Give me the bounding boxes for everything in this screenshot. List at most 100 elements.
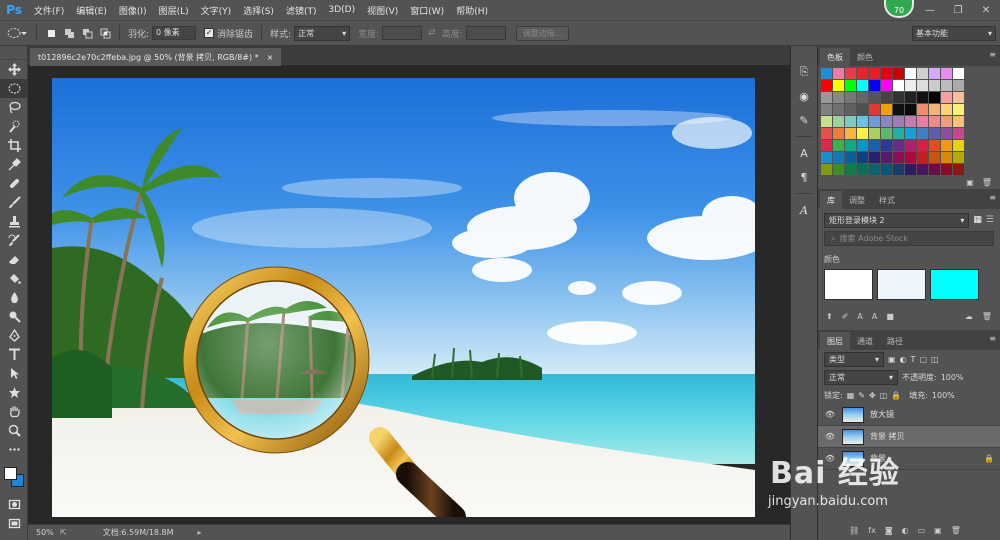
layer-filter-select[interactable]: 类型 ▾ xyxy=(824,351,884,367)
paint-bucket-tool[interactable] xyxy=(0,269,28,288)
color-swatch[interactable] xyxy=(917,68,928,79)
custom-shape-tool[interactable] xyxy=(0,383,28,402)
color-swatch[interactable] xyxy=(929,92,940,103)
fill-value[interactable]: 100% xyxy=(932,391,955,400)
color-swatch[interactable] xyxy=(845,152,856,163)
color-swatch[interactable] xyxy=(857,104,868,115)
mask-icon[interactable]: ◙ xyxy=(885,526,893,535)
color-swatch[interactable] xyxy=(953,140,964,151)
color-swatch[interactable] xyxy=(857,80,868,91)
color-swatch[interactable] xyxy=(821,116,832,127)
color-swatch[interactable] xyxy=(929,80,940,91)
lock-artboard-icon[interactable]: ◫ xyxy=(880,391,888,400)
lock-transparent-icon[interactable]: ▦ xyxy=(847,391,855,400)
color-swatch[interactable] xyxy=(941,140,952,151)
glyphs-panel-icon[interactable]: A xyxy=(791,198,817,222)
color-swatch[interactable] xyxy=(833,80,844,91)
menu-type[interactable]: 文字(Y) xyxy=(195,4,238,17)
layer-item[interactable]: 👁 背景 拷贝 xyxy=(818,426,1000,448)
cloud-icon[interactable]: ☁ xyxy=(965,312,973,321)
color-swatch[interactable] xyxy=(953,164,964,175)
color-swatch[interactable] xyxy=(869,152,880,163)
character-icon[interactable]: A xyxy=(857,312,862,321)
tab-paths[interactable]: 路径 xyxy=(880,332,910,350)
color-swatch[interactable] xyxy=(857,152,868,163)
color-swatch[interactable] xyxy=(845,164,856,175)
move-tool[interactable] xyxy=(0,60,28,79)
color-swatch[interactable] xyxy=(869,92,880,103)
document-canvas[interactable] xyxy=(52,78,755,517)
color-swatch[interactable] xyxy=(821,128,832,139)
swap-icon[interactable]: ⇄ xyxy=(428,28,436,38)
color-swatch[interactable] xyxy=(893,80,904,91)
brush-tool[interactable] xyxy=(0,193,28,212)
eye-icon[interactable]: 👁 xyxy=(824,454,836,463)
color-swatch[interactable] xyxy=(905,68,916,79)
minimize-button[interactable]: — xyxy=(916,0,944,20)
color-swatch[interactable] xyxy=(881,68,892,79)
color-swatch[interactable] xyxy=(929,140,940,151)
color-swatch[interactable] xyxy=(821,164,832,175)
elliptical-marquee-tool[interactable] xyxy=(0,79,28,98)
color-swatch[interactable] xyxy=(893,104,904,115)
color-swatch[interactable] xyxy=(821,104,832,115)
color-swatch[interactable] xyxy=(917,140,928,151)
width-input[interactable] xyxy=(382,26,423,40)
intersect-selection-icon[interactable] xyxy=(97,25,113,41)
eye-icon[interactable]: 👁 xyxy=(824,432,836,441)
color-swatch[interactable] xyxy=(821,68,832,79)
color-swatch[interactable] xyxy=(845,80,856,91)
color-swatch[interactable] xyxy=(881,164,892,175)
path-selection-tool[interactable] xyxy=(0,364,28,383)
color-swatch[interactable] xyxy=(869,68,880,79)
color-swatch[interactable] xyxy=(833,104,844,115)
history-brush-tool[interactable] xyxy=(0,231,28,250)
color-icon[interactable]: ■ xyxy=(886,312,894,321)
color-swatch[interactable] xyxy=(893,140,904,151)
color-swatch[interactable] xyxy=(941,116,952,127)
panel-menu-icon[interactable]: ≡ xyxy=(989,334,996,343)
lock-pixels-icon[interactable]: ✎ xyxy=(858,391,865,400)
new-swatch-icon[interactable]: ▣ xyxy=(966,178,974,187)
group-icon[interactable]: ▭ xyxy=(918,526,926,535)
color-swatch[interactable] xyxy=(833,128,844,139)
color-swatch[interactable] xyxy=(893,68,904,79)
color-swatch[interactable] xyxy=(929,164,940,175)
quick-selection-tool[interactable] xyxy=(0,117,28,136)
color-swatch[interactable] xyxy=(845,68,856,79)
menu-3d[interactable]: 3D(D) xyxy=(322,5,361,15)
menu-image[interactable]: 图像(I) xyxy=(113,4,153,17)
brush-icon[interactable]: ✐ xyxy=(842,312,849,321)
color-swatch[interactable] xyxy=(857,140,868,151)
menu-edit[interactable]: 编辑(E) xyxy=(70,4,113,17)
color-swatch[interactable] xyxy=(905,104,916,115)
color-swatch[interactable] xyxy=(833,152,844,163)
color-swatch[interactable] xyxy=(941,68,952,79)
color-swatch[interactable] xyxy=(821,152,832,163)
color-swatch[interactable] xyxy=(929,68,940,79)
blend-mode-select[interactable]: 正常 ▾ xyxy=(824,369,898,385)
menu-view[interactable]: 视图(V) xyxy=(361,4,404,17)
color-swatch[interactable] xyxy=(869,164,880,175)
color-swatch[interactable] xyxy=(869,128,880,139)
trash-icon[interactable]: 🗑 xyxy=(982,178,992,187)
color-swatch[interactable] xyxy=(893,152,904,163)
color-swatch[interactable] xyxy=(917,104,928,115)
color-swatch[interactable] xyxy=(893,92,904,103)
color-swatch[interactable] xyxy=(869,80,880,91)
color-swatch[interactable] xyxy=(953,68,964,79)
performance-badge[interactable]: 70 xyxy=(884,0,914,18)
color-swatch[interactable] xyxy=(905,116,916,127)
close-icon[interactable]: × xyxy=(267,53,274,62)
color-swatch[interactable] xyxy=(941,80,952,91)
adjustment-layer-icon[interactable]: ◐ xyxy=(902,526,909,535)
tab-channels[interactable]: 通道 xyxy=(850,332,880,350)
color-swatch[interactable] xyxy=(881,80,892,91)
library-color-swatch[interactable] xyxy=(930,269,979,300)
toolbar-grip[interactable] xyxy=(0,46,27,60)
color-swatch[interactable] xyxy=(917,92,928,103)
grid-view-icon[interactable]: ▦ xyxy=(973,215,982,225)
stock-search-input[interactable]: ⌕ 搜索 Adobe Stock xyxy=(824,231,994,246)
new-selection-icon[interactable] xyxy=(43,25,59,41)
add-content-icon[interactable]: ⬆ xyxy=(826,312,833,321)
